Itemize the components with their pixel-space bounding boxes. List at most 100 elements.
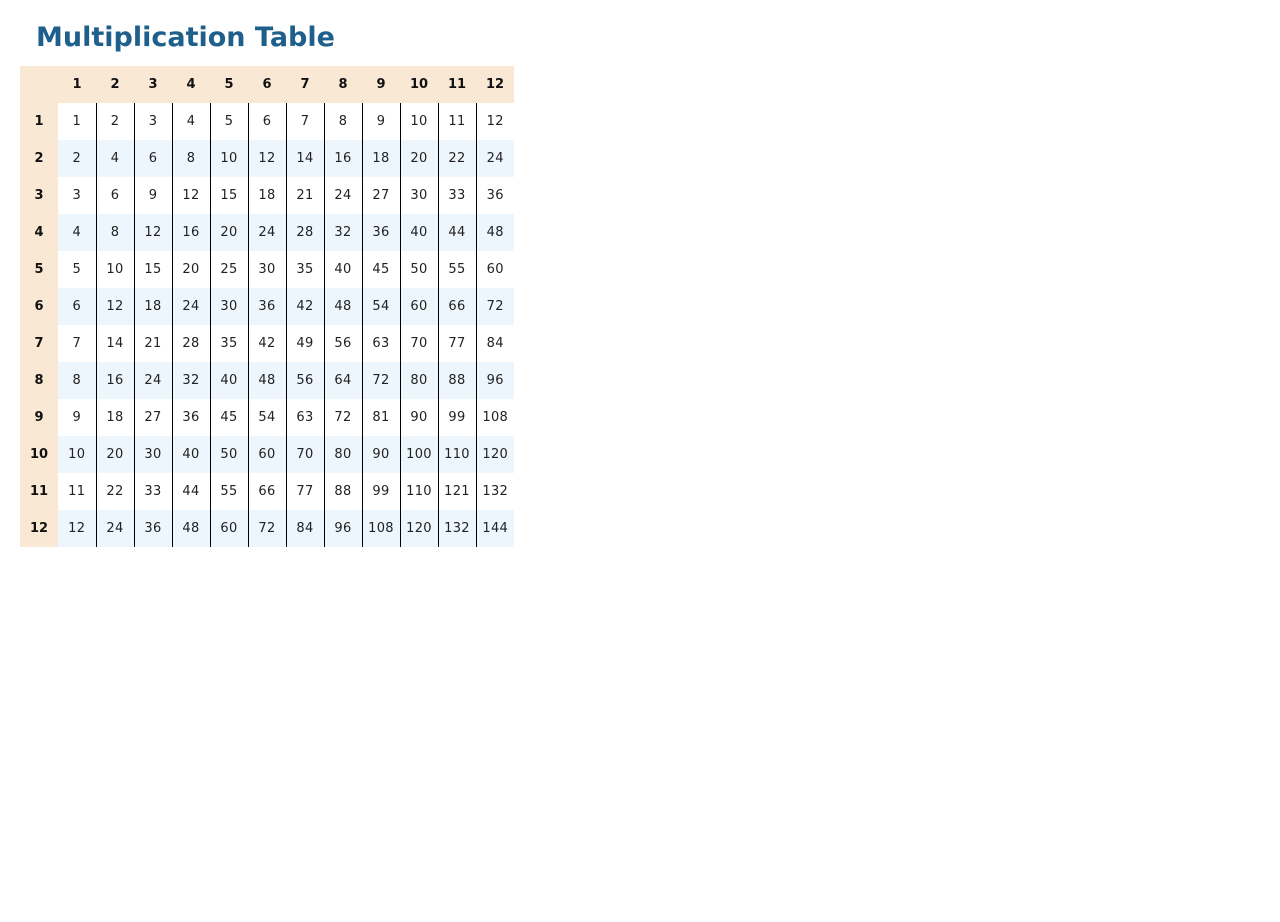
product-cell: 2: [58, 140, 96, 177]
product-cell: 108: [361, 510, 400, 547]
table-row: 12 12 24 36 48 60 72 84 96 108 120 132 144: [20, 510, 514, 547]
table-row: 11 11 22 33 44 55 66 77 88 99 110 121 132: [20, 473, 514, 510]
product-cell: 27: [133, 399, 172, 436]
row-header: 8: [20, 362, 58, 399]
product-cell: 42: [285, 288, 324, 325]
product-cell: 8: [323, 103, 362, 140]
product-cell: 66: [247, 473, 286, 510]
product-cell: 28: [171, 325, 210, 362]
product-cell: 33: [437, 177, 476, 214]
product-cell: 14: [285, 140, 324, 177]
product-cell: 20: [209, 214, 248, 251]
product-cell: 16: [323, 140, 362, 177]
product-cell: 70: [399, 325, 438, 362]
column-header: 4: [172, 66, 210, 103]
row-header: 3: [20, 177, 58, 214]
product-cell: 72: [247, 510, 286, 547]
product-cell: 48: [475, 214, 514, 251]
column-header-row: 1 2 3 4 5 6 7 8 9 10 11 12: [20, 66, 514, 103]
product-cell: 24: [133, 362, 172, 399]
product-cell: 9: [133, 177, 172, 214]
column-header: 10: [400, 66, 438, 103]
product-cell: 40: [323, 251, 362, 288]
column-header: 6: [248, 66, 286, 103]
column-header: 9: [362, 66, 400, 103]
row-header: 1: [20, 103, 58, 140]
product-cell: 88: [437, 362, 476, 399]
product-cell: 99: [361, 473, 400, 510]
product-cell: 77: [437, 325, 476, 362]
product-cell: 72: [361, 362, 400, 399]
product-cell: 20: [399, 140, 438, 177]
product-cell: 42: [247, 325, 286, 362]
row-header: 10: [20, 436, 58, 473]
product-cell: 7: [285, 103, 324, 140]
product-cell: 16: [171, 214, 210, 251]
row-header: 5: [20, 251, 58, 288]
product-cell: 50: [399, 251, 438, 288]
product-cell: 36: [247, 288, 286, 325]
product-cell: 9: [58, 399, 96, 436]
product-cell: 49: [285, 325, 324, 362]
corner-cell: [20, 66, 58, 103]
product-cell: 12: [95, 288, 134, 325]
product-cell: 12: [475, 103, 514, 140]
product-cell: 60: [399, 288, 438, 325]
product-cell: 84: [475, 325, 514, 362]
product-cell: 27: [361, 177, 400, 214]
table-row: 4 4 8 12 16 20 24 28 32 36 40 44 48: [20, 214, 514, 251]
product-cell: 6: [133, 140, 172, 177]
product-cell: 56: [285, 362, 324, 399]
product-cell: 36: [171, 399, 210, 436]
product-cell: 4: [58, 214, 96, 251]
product-cell: 30: [247, 251, 286, 288]
product-cell: 72: [323, 399, 362, 436]
product-cell: 12: [133, 214, 172, 251]
row-header: 7: [20, 325, 58, 362]
product-cell: 70: [285, 436, 324, 473]
table-row: 8 8 16 24 32 40 48 56 64 72 80 88 96: [20, 362, 514, 399]
product-cell: 8: [95, 214, 134, 251]
product-cell: 90: [399, 399, 438, 436]
column-header: 3: [134, 66, 172, 103]
product-cell: 50: [209, 436, 248, 473]
product-cell: 90: [361, 436, 400, 473]
column-header: 12: [476, 66, 514, 103]
product-cell: 132: [437, 510, 476, 547]
table-row: 3 3 6 9 12 15 18 21 24 27 30 33 36: [20, 177, 514, 214]
column-header: 1: [58, 66, 96, 103]
product-cell: 45: [361, 251, 400, 288]
product-cell: 55: [209, 473, 248, 510]
product-cell: 15: [133, 251, 172, 288]
product-cell: 21: [285, 177, 324, 214]
product-cell: 48: [323, 288, 362, 325]
product-cell: 10: [58, 436, 96, 473]
product-cell: 18: [95, 399, 134, 436]
product-cell: 15: [209, 177, 248, 214]
table-row: 2 2 4 6 8 10 12 14 16 18 20 22 24: [20, 140, 514, 177]
product-cell: 100: [399, 436, 438, 473]
product-cell: 40: [209, 362, 248, 399]
column-header: 5: [210, 66, 248, 103]
product-cell: 40: [171, 436, 210, 473]
product-cell: 7: [58, 325, 96, 362]
product-cell: 88: [323, 473, 362, 510]
product-cell: 28: [285, 214, 324, 251]
product-cell: 2: [95, 103, 134, 140]
page-title: Multiplication Table: [36, 22, 335, 53]
product-cell: 4: [95, 140, 134, 177]
product-cell: 20: [95, 436, 134, 473]
product-cell: 20: [171, 251, 210, 288]
product-cell: 22: [95, 473, 134, 510]
product-cell: 120: [399, 510, 438, 547]
product-cell: 63: [285, 399, 324, 436]
product-cell: 77: [285, 473, 324, 510]
product-cell: 48: [171, 510, 210, 547]
product-cell: 6: [58, 288, 96, 325]
product-cell: 108: [475, 399, 514, 436]
product-cell: 8: [58, 362, 96, 399]
product-cell: 144: [475, 510, 514, 547]
product-cell: 24: [171, 288, 210, 325]
product-cell: 6: [247, 103, 286, 140]
product-cell: 18: [247, 177, 286, 214]
